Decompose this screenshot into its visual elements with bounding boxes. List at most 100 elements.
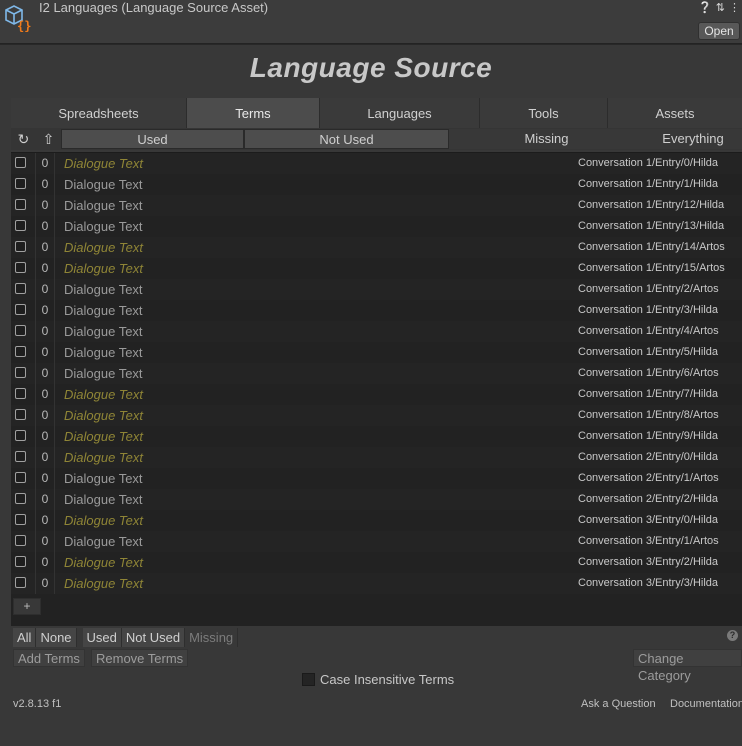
term-checkbox[interactable] — [15, 178, 26, 189]
term-checkbox[interactable] — [15, 577, 26, 588]
term-usage-count: 0 — [35, 174, 55, 195]
term-row[interactable]: 0 Dialogue Text Conversation 1/Entry/3/Hil… — [11, 300, 742, 321]
term-row[interactable]: 0 Dialogue Text Conversation 2/Entry/1/Art… — [11, 468, 742, 489]
term-text[interactable]: Dialogue Text — [64, 573, 143, 594]
term-row[interactable]: 0 Dialogue Text Conversation 1/Entry/15/Ar… — [11, 258, 742, 279]
term-text[interactable]: Dialogue Text — [64, 237, 143, 258]
open-button[interactable]: Open — [698, 22, 740, 40]
term-checkbox[interactable] — [15, 451, 26, 462]
term-text[interactable]: Dialogue Text — [64, 531, 143, 552]
select-all-button[interactable]: All — [13, 628, 37, 647]
term-checkbox[interactable] — [15, 514, 26, 525]
ask-question-link[interactable]: Ask a Question — [581, 698, 656, 710]
add-terms-button[interactable]: Add Terms — [13, 649, 85, 667]
term-row[interactable]: 0 Dialogue Text Conversation 1/Entry/7/Hil… — [11, 384, 742, 405]
change-category-button[interactable]: Change Category — [633, 649, 742, 683]
term-row[interactable]: 0 Dialogue Text Conversation 2/Entry/0/Hil… — [11, 447, 742, 468]
filter-missing-button[interactable]: Missing — [449, 129, 644, 149]
term-row[interactable]: 0 Dialogue Text Conversation 1/Entry/8/Art… — [11, 405, 742, 426]
term-checkbox[interactable] — [15, 283, 26, 294]
term-checkbox[interactable] — [15, 535, 26, 546]
term-text[interactable]: Dialogue Text — [64, 468, 143, 489]
add-term-button[interactable]: + — [13, 598, 41, 615]
term-row[interactable]: 0 Dialogue Text Conversation 3/Entry/2/Hil… — [11, 552, 742, 573]
term-row[interactable]: 0 Dialogue Text Conversation 1/Entry/5/Hil… — [11, 342, 742, 363]
term-text[interactable]: Dialogue Text — [64, 258, 143, 279]
filter-used-button[interactable]: Used — [61, 129, 244, 149]
term-checkbox[interactable] — [15, 220, 26, 231]
term-text[interactable]: Dialogue Text — [64, 300, 143, 321]
select-not-used-button[interactable]: Not Used — [121, 628, 186, 647]
sort-icon[interactable]: ⇧ — [36, 128, 61, 150]
tab-spreadsheets[interactable]: Spreadsheets — [11, 98, 187, 128]
term-text[interactable]: Dialogue Text — [64, 405, 143, 426]
term-row[interactable]: 0 Dialogue Text Conversation 3/Entry/0/Hil… — [11, 510, 742, 531]
term-row[interactable]: 0 Dialogue Text Conversation 3/Entry/3/Hil… — [11, 573, 742, 594]
term-text[interactable]: Dialogue Text — [64, 447, 143, 468]
more-icon[interactable]: ⋮ — [729, 1, 740, 14]
term-checkbox[interactable] — [15, 430, 26, 441]
term-key: Conversation 1/Entry/5/Hilda — [578, 346, 719, 358]
documentation-link[interactable]: Documentation — [670, 698, 742, 710]
term-checkbox[interactable] — [15, 409, 26, 420]
term-text[interactable]: Dialogue Text — [64, 384, 143, 405]
term-usage-count: 0 — [35, 489, 55, 510]
term-row[interactable]: 0 Dialogue Text Conversation 1/Entry/12/Hi… — [11, 195, 742, 216]
term-checkbox[interactable] — [15, 262, 26, 273]
term-checkbox[interactable] — [15, 325, 26, 336]
term-row[interactable]: 0 Dialogue Text Conversation 2/Entry/2/Hil… — [11, 489, 742, 510]
term-checkbox[interactable] — [15, 241, 26, 252]
term-row[interactable]: 0 Dialogue Text Conversation 1/Entry/13/Hi… — [11, 216, 742, 237]
settings-sliders-icon[interactable]: ⇅ — [716, 1, 725, 14]
tab-terms[interactable]: Terms — [187, 98, 320, 128]
case-insensitive-checkbox[interactable] — [302, 672, 315, 686]
select-used-button[interactable]: Used — [82, 628, 122, 647]
term-checkbox[interactable] — [15, 472, 26, 483]
term-row[interactable]: 0 Dialogue Text Conversation 1/Entry/1/Hil… — [11, 174, 742, 195]
term-usage-count: 0 — [35, 279, 55, 300]
term-text[interactable]: Dialogue Text — [64, 552, 143, 573]
term-checkbox[interactable] — [15, 556, 26, 567]
term-text[interactable]: Dialogue Text — [64, 153, 143, 174]
term-text[interactable]: Dialogue Text — [64, 174, 143, 195]
term-row[interactable]: 0 Dialogue Text Conversation 1/Entry/2/Art… — [11, 279, 742, 300]
version-label: v2.8.13 f1 — [13, 698, 62, 710]
term-text[interactable]: Dialogue Text — [64, 342, 143, 363]
term-row[interactable]: 0 Dialogue Text Conversation 3/Entry/1/Art… — [11, 531, 742, 552]
term-text[interactable]: Dialogue Text — [64, 195, 143, 216]
term-checkbox[interactable] — [15, 157, 26, 168]
term-checkbox[interactable] — [15, 367, 26, 378]
term-key: Conversation 3/Entry/3/Hilda — [578, 577, 719, 589]
term-row[interactable]: 0 Dialogue Text Conversation 1/Entry/9/Hil… — [11, 426, 742, 447]
term-row[interactable]: 0 Dialogue Text Conversation 1/Entry/0/Hil… — [11, 153, 742, 174]
term-checkbox[interactable] — [15, 199, 26, 210]
filter-not-used-button[interactable]: Not Used — [244, 129, 449, 149]
filter-everything-button[interactable]: Everything — [644, 129, 742, 149]
question-icon[interactable]: ? — [727, 630, 738, 641]
term-text[interactable]: Dialogue Text — [64, 363, 143, 384]
case-insensitive-toggle[interactable]: Case Insensitive Terms — [302, 671, 454, 687]
term-row[interactable]: 0 Dialogue Text Conversation 1/Entry/14/Ar… — [11, 237, 742, 258]
term-row[interactable]: 0 Dialogue Text Conversation 1/Entry/4/Art… — [11, 321, 742, 342]
term-text[interactable]: Dialogue Text — [64, 321, 143, 342]
term-row[interactable]: 0 Dialogue Text Conversation 1/Entry/6/Art… — [11, 363, 742, 384]
term-usage-count: 0 — [35, 447, 55, 468]
term-checkbox[interactable] — [15, 493, 26, 504]
term-checkbox[interactable] — [15, 304, 26, 315]
refresh-icon[interactable]: ↻ — [11, 128, 36, 150]
term-text[interactable]: Dialogue Text — [64, 216, 143, 237]
case-insensitive-label: Case Insensitive Terms — [320, 671, 455, 687]
tab-assets[interactable]: Assets — [608, 98, 742, 128]
select-none-button[interactable]: None — [36, 628, 77, 647]
term-checkbox[interactable] — [15, 346, 26, 357]
tab-languages[interactable]: Languages — [320, 98, 480, 128]
select-missing-button[interactable]: Missing — [185, 628, 239, 647]
remove-terms-button[interactable]: Remove Terms — [91, 649, 189, 667]
term-text[interactable]: Dialogue Text — [64, 510, 143, 531]
help-icon[interactable]: ❔ — [698, 1, 712, 14]
term-text[interactable]: Dialogue Text — [64, 279, 143, 300]
term-text[interactable]: Dialogue Text — [64, 489, 143, 510]
term-checkbox[interactable] — [15, 388, 26, 399]
term-text[interactable]: Dialogue Text — [64, 426, 143, 447]
tab-tools[interactable]: Tools — [480, 98, 608, 128]
